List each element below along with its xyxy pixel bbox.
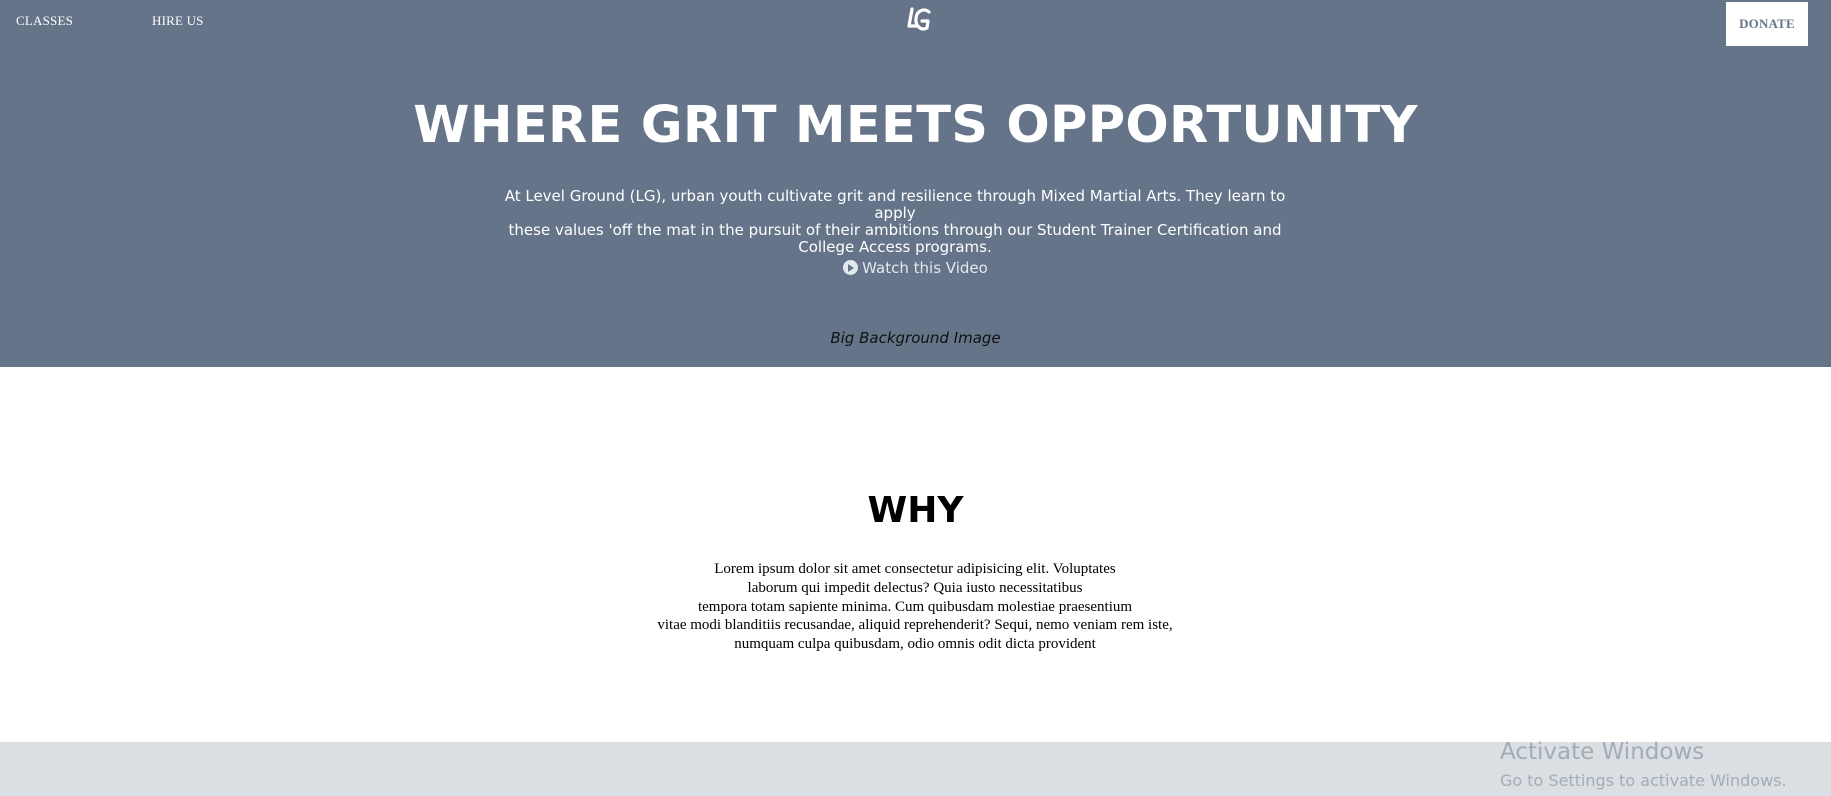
watch-video-label: Watch this Video bbox=[862, 259, 988, 277]
activate-windows-watermark: Activate Windows Go to Settings to activ… bbox=[1500, 739, 1787, 790]
why-body-text: Lorem ipsum dolor sit amet consectetur a… bbox=[540, 560, 1290, 654]
play-circle-icon bbox=[843, 260, 859, 275]
donate-button[interactable]: DONATE bbox=[1726, 2, 1808, 46]
why-heading: WHY bbox=[867, 490, 964, 531]
hero-description-line: At Level Ground (LG), urban youth cultiv… bbox=[504, 187, 1286, 222]
activate-windows-subtitle: Go to Settings to activate Windows. bbox=[1500, 771, 1787, 790]
hero-section: CLASSES HIRE US DONATE WHERE GRIT MEETS … bbox=[0, 0, 1831, 367]
hero-title: WHERE GRIT MEETS OPPORTUNITY bbox=[413, 96, 1418, 155]
nav-classes-link[interactable]: CLASSES bbox=[16, 13, 73, 29]
watch-video-link[interactable]: Watch this Video bbox=[0, 259, 1831, 277]
nav-hire-us-link[interactable]: HIRE US bbox=[152, 13, 204, 29]
why-body-line: numquam culpa quibusdam, odio omnis odit… bbox=[734, 636, 1096, 653]
why-body-line: laborum qui impedit delectus? Quia iusto… bbox=[747, 579, 1083, 596]
lg-logo[interactable] bbox=[903, 4, 935, 38]
hero-description-line: these values 'off the mat in the pursuit… bbox=[508, 221, 1282, 239]
lg-logo-icon bbox=[907, 7, 931, 31]
hero-description: At Level Ground (LG), urban youth cultiv… bbox=[490, 188, 1300, 256]
why-body-line: vitae modi blanditiis recusandae, aliqui… bbox=[657, 617, 1173, 634]
hero-description-line: College Access programs. bbox=[798, 238, 992, 256]
background-image-caption: Big Background Image bbox=[830, 329, 1001, 347]
why-body-line: tempora totam sapiente minima. Cum quibu… bbox=[697, 598, 1133, 615]
activate-windows-title: Activate Windows bbox=[1500, 739, 1705, 765]
why-body-line: Lorem ipsum dolor sit amet consectetur a… bbox=[714, 561, 1116, 577]
